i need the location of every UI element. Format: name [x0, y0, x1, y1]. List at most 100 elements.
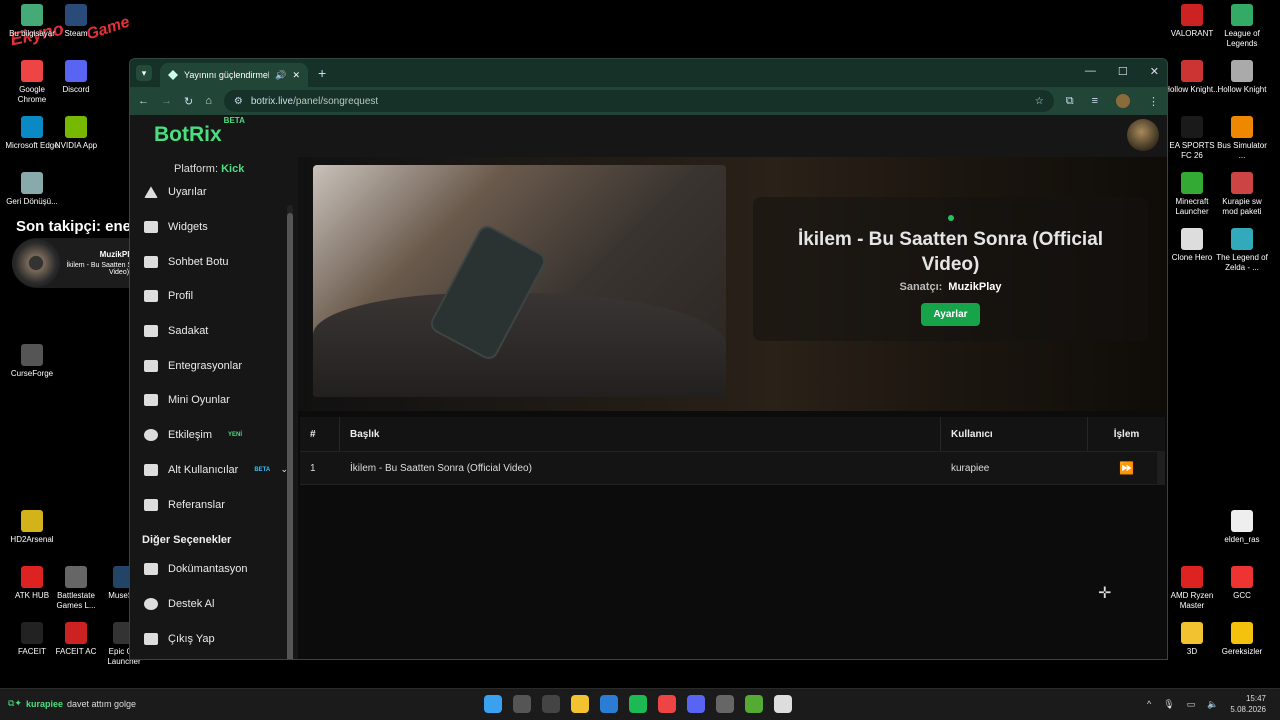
skip-icon[interactable]: ⏩	[1119, 461, 1134, 475]
app-icon	[1231, 622, 1253, 644]
site-info-icon[interactable]: ⚙	[234, 96, 243, 107]
tab-close-icon[interactable]: ✕	[292, 70, 300, 81]
minecraft-icon[interactable]	[745, 695, 763, 713]
desktop-icon[interactable]: League of Legends	[1214, 4, 1270, 49]
mail-icon[interactable]	[600, 695, 618, 713]
network-icon[interactable]: ▭	[1187, 699, 1196, 710]
profile-card-icon	[144, 290, 158, 303]
sidebar-item[interactable]: Entegrasyonlar	[130, 348, 298, 383]
steam-icon[interactable]	[716, 695, 734, 713]
desktop-icon[interactable]: NVIDIA App	[48, 116, 104, 151]
desktop-icon[interactable]: Hollow Knight...	[1164, 60, 1220, 95]
discord-icon[interactable]	[687, 695, 705, 713]
desktop-icon[interactable]: The Legend of Zelda - ...	[1214, 228, 1270, 273]
sidebar-item-label: Çıkış Yap	[168, 632, 215, 645]
desktop-icon[interactable]: AMD Ryzen Master	[1164, 566, 1220, 611]
desktop-icon-label: Discord	[62, 85, 90, 94]
start-icon[interactable]	[484, 695, 502, 713]
home-icon[interactable]: ⌂	[205, 95, 212, 107]
desktop-icon[interactable]: Bus Simulator ...	[1214, 116, 1270, 161]
store-icon[interactable]	[542, 695, 560, 713]
maximize-icon[interactable]: ☐	[1118, 65, 1128, 78]
desktop-icon[interactable]: 3D	[1164, 622, 1220, 657]
table-row[interactable]: 1 İkilem - Bu Saatten Sonra (Official Vi…	[300, 451, 1165, 485]
sidebar-item[interactable]: Referanslar	[130, 487, 298, 522]
tab-audio-icon[interactable]: 🔊	[275, 70, 286, 81]
botrix-page: BotRixBETA Platform: Kick Uyarılar Widge…	[130, 115, 1167, 659]
table-scrollbar[interactable]	[1157, 451, 1165, 485]
desktop-icon[interactable]: CurseForge	[4, 344, 60, 379]
app-icon	[1231, 116, 1253, 138]
now-playing-title: İkilem - Bu Saatten Sonra (Official Vide…	[797, 229, 1104, 275]
nav-badge: BETA	[254, 466, 271, 473]
sidebar-item[interactable]: Sadakat	[130, 314, 298, 349]
back-icon[interactable]: ←	[138, 95, 149, 107]
settings-button[interactable]: Ayarlar	[921, 303, 980, 326]
desktop-icon-label: 3D	[1186, 647, 1198, 656]
live-status-dot	[947, 215, 954, 221]
desktop-icon-label: HD2Arsenal	[10, 535, 54, 544]
nav-badge: YENİ	[228, 432, 243, 439]
desktop-icon[interactable]: EA SPORTS FC 26	[1164, 116, 1220, 161]
desktop-icon-label: Clone Hero	[1171, 253, 1213, 262]
media-control-icon[interactable]: ≡	[1092, 95, 1098, 107]
sidebar-item[interactable]: Uyarılar	[130, 175, 298, 210]
sidebar-item[interactable]: Destek Al	[130, 587, 298, 622]
obs-icon[interactable]	[774, 695, 792, 713]
app-icon	[1231, 4, 1253, 26]
sidebar-item[interactable]: Profil	[130, 279, 298, 314]
desktop-icon[interactable]: Gereksizler	[1214, 622, 1270, 657]
desktop-icon[interactable]: Minecraft Launcher	[1164, 172, 1220, 217]
app-icon	[65, 566, 87, 588]
video-player[interactable]	[313, 165, 726, 397]
sidebar-item[interactable]: Çıkış Yap	[130, 621, 298, 656]
minimize-icon[interactable]: —	[1085, 65, 1096, 78]
desktop-icon[interactable]: GCC	[1214, 566, 1270, 601]
microphone-icon[interactable]: 🎙	[1163, 699, 1174, 710]
desktop-icon[interactable]: Discord	[48, 60, 104, 95]
sidebar-item[interactable]: Etkileşim YENİ	[130, 418, 298, 453]
new-tab-button[interactable]: +	[318, 65, 326, 81]
sidebar-scroll-thumb[interactable]	[287, 213, 293, 659]
chrome-icon[interactable]	[658, 695, 676, 713]
sidebar-item[interactable]: Widgets	[130, 210, 298, 245]
browser-menu-icon[interactable]: ⋮	[1148, 95, 1159, 108]
file-explorer-icon[interactable]	[571, 695, 589, 713]
desktop-icon[interactable]: HD2Arsenal	[4, 510, 60, 545]
sidebar-item[interactable]: Mini Oyunlar	[130, 383, 298, 418]
desktop-icon[interactable]: Hollow Knight	[1214, 60, 1270, 95]
reload-icon[interactable]: ↻	[184, 95, 193, 108]
desktop-icon[interactable]: VALORANT	[1164, 4, 1220, 39]
trophy-icon	[144, 325, 158, 338]
sidebar-item[interactable]: Alt Kullanıcılar BETA ⌄	[130, 453, 298, 488]
system-clock[interactable]: 15:47 5.08.2026	[1230, 693, 1266, 715]
desktop-icon[interactable]: elden_ras	[1214, 510, 1270, 545]
search-icon[interactable]	[513, 695, 531, 713]
sidebar-item[interactable]: Sohbet Botu	[130, 244, 298, 279]
close-window-icon[interactable]: ✕	[1150, 65, 1159, 78]
table-header: # Başlık Kullanıcı İşlem	[300, 417, 1165, 451]
desktop-icon[interactable]: Steam	[48, 4, 104, 39]
volume-icon[interactable]: 🔈	[1207, 699, 1218, 710]
tray-chevron-icon[interactable]: ^	[1147, 699, 1151, 709]
desktop-icon-label: elden_ras	[1224, 535, 1260, 544]
desktop-icon[interactable]: Geri Dönüşü...	[4, 172, 60, 207]
desktop-icon-label: Geri Dönüşü...	[6, 197, 58, 206]
bookmark-star-icon[interactable]: ☆	[1035, 96, 1044, 107]
desktop-icon[interactable]: Kurapie sw mod paketi	[1214, 172, 1270, 217]
chat-notification[interactable]: ⧉✦ kurapiee davet attım golge	[8, 698, 136, 709]
app-icon	[1181, 60, 1203, 82]
widgets-icon	[144, 221, 158, 234]
extensions-icon[interactable]: ⧉	[1066, 95, 1074, 108]
tab-search-button[interactable]: ▾	[136, 65, 152, 81]
brand-logo[interactable]: BotRixBETA	[154, 116, 245, 147]
sidebar-item[interactable]: Dokümantasyon	[130, 552, 298, 587]
user-avatar[interactable]	[1127, 119, 1159, 151]
desktop-icon-label: VALORANT	[1170, 29, 1214, 38]
desktop-icon[interactable]: Clone Hero	[1164, 228, 1220, 263]
spotify-icon[interactable]	[629, 695, 647, 713]
forward-icon[interactable]: →	[161, 95, 172, 107]
profile-avatar-icon[interactable]	[1116, 94, 1130, 108]
tab-botrix[interactable]: Yayınını güçlendirmek için e 🔊 ✕	[160, 63, 308, 87]
url-input[interactable]: ⚙ botrix.live/panel/songrequest ☆	[223, 90, 1054, 112]
